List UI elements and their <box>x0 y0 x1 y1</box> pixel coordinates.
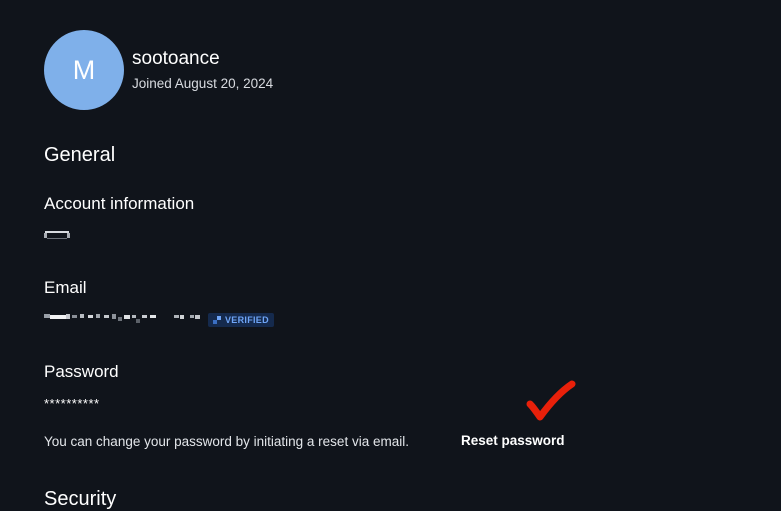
avatar: M <box>44 30 124 110</box>
reset-password-button[interactable]: Reset password <box>461 433 565 448</box>
username: sootoance <box>132 48 220 69</box>
redacted-email-value <box>44 314 200 323</box>
password-label: Password <box>44 362 119 381</box>
password-reset-hint: You can change your password by initiati… <box>44 434 409 449</box>
redacted-account-value <box>44 231 70 239</box>
account-information-label: Account information <box>44 194 195 213</box>
joined-date: Joined August 20, 2024 <box>132 76 274 91</box>
red-checkmark-icon <box>526 380 576 421</box>
verified-badge-label: VERIFIED <box>225 315 269 325</box>
password-mask: ********** <box>44 396 100 411</box>
avatar-initial: M <box>72 54 96 85</box>
section-title-security: Security <box>44 488 117 510</box>
section-title-general: General <box>44 144 116 166</box>
email-label: Email <box>44 278 87 297</box>
verified-badge: VERIFIED <box>208 313 274 327</box>
verified-icon <box>213 316 221 324</box>
